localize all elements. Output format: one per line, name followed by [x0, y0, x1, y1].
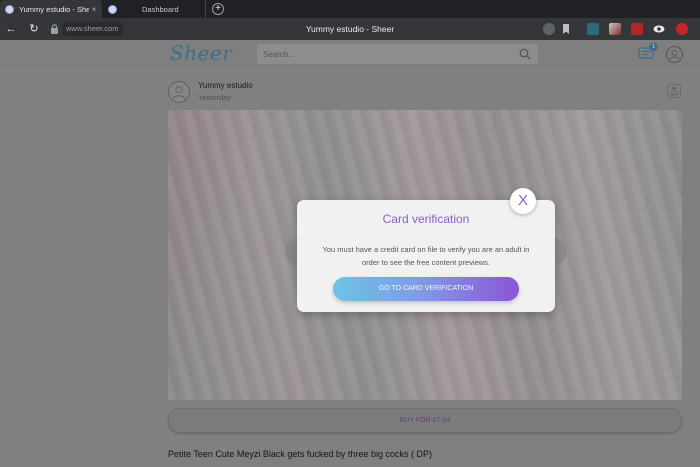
lock-icon — [51, 24, 58, 34]
reload-button[interactable]: ↻ — [27, 22, 41, 36]
search-input[interactable] — [263, 44, 503, 64]
eye-icon[interactable] — [653, 23, 665, 35]
browser-toolbar: ← ↻ www.sheer.com Yummy estudio - Sheer — [0, 18, 700, 40]
author-avatar-icon[interactable] — [168, 81, 190, 103]
sheer-favicon-icon — [5, 4, 14, 14]
extension-icon[interactable] — [676, 23, 688, 35]
modal-close-button[interactable]: X — [510, 188, 536, 214]
browser-tab-active[interactable]: Yummy estudio - Sheer × — [0, 0, 102, 18]
extension-icon[interactable] — [587, 23, 599, 35]
tab-close-icon[interactable]: × — [89, 5, 99, 14]
user-avatar-icon[interactable] — [666, 46, 683, 63]
post-author[interactable]: Yummy estudio — [198, 81, 253, 90]
buy-button[interactable]: BUY FOR £7.04 — [168, 408, 682, 433]
card-verification-modal: Card verification You must have a credit… — [297, 200, 555, 312]
site-header: Sheer 1 — [0, 40, 700, 68]
post-title[interactable]: Petite Teen Cute Meyzi Black gets fucked… — [168, 449, 432, 459]
browser-tab-bar: Yummy estudio - Sheer × Dashboard + — [0, 0, 700, 18]
new-tab-button[interactable]: + — [212, 3, 224, 15]
address-bar[interactable]: www.sheer.com — [62, 22, 123, 36]
post-date: Yesterday — [198, 93, 232, 102]
search-bar — [257, 44, 538, 64]
extension-icon[interactable] — [543, 23, 555, 35]
modal-title: Card verification — [382, 212, 470, 226]
share-icon[interactable] — [667, 84, 681, 98]
extension-icon[interactable] — [631, 23, 643, 35]
back-button[interactable]: ← — [4, 22, 18, 36]
search-icon[interactable] — [519, 48, 531, 60]
bookmark-icon[interactable] — [560, 23, 572, 35]
card-verification-button[interactable]: GO TO CARD VERIFICATION — [333, 277, 519, 301]
sheer-favicon-icon — [108, 4, 117, 14]
extension-icon[interactable] — [609, 23, 621, 35]
tab-title: Yummy estudio - Sheer — [19, 4, 89, 14]
site-logo[interactable]: Sheer — [170, 40, 232, 66]
tab-title: Dashboard — [142, 4, 179, 14]
notification-badge: 1 — [649, 43, 658, 51]
browser-tab-dashboard[interactable]: Dashboard — [103, 0, 206, 18]
modal-message: You must have a credit card on file to v… — [322, 245, 530, 267]
